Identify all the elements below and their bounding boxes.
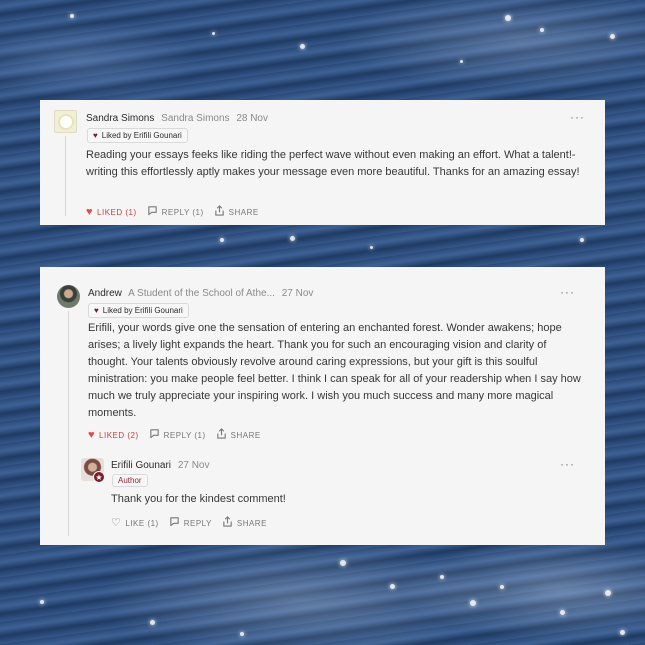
avatar[interactable]: [57, 285, 80, 308]
reply-button[interactable]: REPLY: [169, 516, 212, 530]
share-label: SHARE: [230, 430, 261, 440]
share-label: SHARE: [228, 207, 259, 217]
sparkle: [620, 630, 625, 635]
sparkle: [605, 590, 611, 596]
heart-filled-icon: ♥: [88, 428, 96, 441]
comment-card: Andrew A Student of the School of Athe..…: [40, 267, 605, 545]
comment-header: Erifili Gounari 27 Nov: [111, 460, 210, 471]
share-label: SHARE: [236, 518, 267, 528]
share-icon: [214, 205, 225, 219]
share-button[interactable]: SHARE: [222, 516, 267, 530]
like-button[interactable]: ♥ LIKED (2): [88, 428, 139, 441]
commenter-handle: Sandra Simons: [161, 113, 230, 124]
heart-filled-icon: ♥: [86, 205, 94, 218]
sparkle: [500, 585, 504, 589]
like-label: LIKED (2): [99, 430, 139, 440]
sparkle: [370, 246, 373, 249]
author-chip: Author: [112, 474, 148, 487]
sparkle: [560, 610, 565, 615]
more-options-icon[interactable]: ···: [570, 110, 585, 124]
comment-actions: ♡ LIKE (1) REPLY SHARE: [111, 516, 267, 530]
sparkle: [300, 44, 305, 49]
sparkle: [540, 28, 544, 32]
comment-actions: ♥ LIKED (2) REPLY (1) SHARE: [88, 428, 261, 442]
like-button[interactable]: ♥ LIKED (1): [86, 205, 137, 218]
heart-filled-icon: ♥: [93, 131, 98, 140]
reply-label: REPLY (1): [161, 207, 204, 217]
sparkle: [290, 236, 295, 241]
sparkle: [40, 600, 44, 604]
reply-label: REPLY (1): [163, 430, 206, 440]
comment-header: Sandra Simons Sandra Simons 28 Nov: [86, 113, 268, 124]
commenter-name[interactable]: Sandra Simons: [86, 113, 154, 124]
comment-body: Erifili, your words give one the sensati…: [88, 322, 581, 419]
avatar[interactable]: [54, 110, 77, 133]
speech-bubble-icon: [169, 516, 180, 530]
comment-date[interactable]: 28 Nov: [236, 113, 268, 124]
comment-card: Sandra Simons Sandra Simons 28 Nov ··· ♥…: [40, 100, 605, 225]
sparkle: [220, 238, 224, 242]
heart-outline-icon: ♡: [111, 516, 122, 529]
author-label: Author: [118, 476, 142, 485]
sparkle: [212, 32, 215, 35]
sparkle: [460, 60, 463, 63]
share-button[interactable]: SHARE: [214, 205, 259, 219]
sparkle: [240, 632, 244, 636]
sparkle: [580, 238, 584, 242]
comment-actions: ♥ LIKED (1) REPLY (1) SHARE: [86, 205, 259, 219]
sparkle: [470, 600, 476, 606]
share-button[interactable]: SHARE: [216, 428, 261, 442]
liked-by-label: Liked by Erifili Gounari: [102, 306, 183, 315]
share-icon: [222, 516, 233, 530]
author-badge-icon: ★: [93, 471, 105, 483]
liked-by-label: Liked by Erifili Gounari: [101, 131, 182, 140]
comment-body: Reading your essays feeks like riding th…: [86, 149, 580, 178]
thread-line: [68, 311, 69, 536]
thread-line: [65, 136, 66, 216]
sparkle: [150, 620, 155, 625]
sparkle: [610, 34, 615, 39]
commenter-name[interactable]: Andrew: [88, 288, 122, 299]
commenter-handle: A Student of the School of Athe...: [128, 288, 275, 299]
share-icon: [216, 428, 227, 442]
like-label: LIKED (1): [97, 207, 137, 217]
sparkle: [70, 14, 74, 18]
like-label: LIKE (1): [125, 518, 159, 528]
commenter-name[interactable]: Erifili Gounari: [111, 460, 171, 471]
speech-bubble-icon: [147, 205, 158, 219]
reply-button[interactable]: REPLY (1): [149, 428, 206, 442]
sparkle: [505, 15, 511, 21]
more-options-icon[interactable]: ···: [560, 457, 575, 471]
sparkle: [390, 584, 395, 589]
comment-header: Andrew A Student of the School of Athe..…: [88, 288, 313, 299]
sparkle: [440, 575, 444, 579]
comment-date[interactable]: 27 Nov: [282, 288, 314, 299]
heart-filled-icon: ♥: [94, 306, 99, 315]
liked-by-chip: ♥ Liked by Erifili Gounari: [87, 128, 188, 143]
speech-bubble-icon: [149, 428, 160, 442]
reply-button[interactable]: REPLY (1): [147, 205, 204, 219]
comment-date[interactable]: 27 Nov: [178, 460, 210, 471]
more-options-icon[interactable]: ···: [560, 285, 575, 299]
reply-label: REPLY: [183, 518, 212, 528]
sparkle: [340, 560, 346, 566]
comment-body: Thank you for the kindest comment!: [111, 493, 286, 505]
liked-by-chip: ♥ Liked by Erifili Gounari: [88, 303, 189, 318]
like-button[interactable]: ♡ LIKE (1): [111, 516, 159, 529]
